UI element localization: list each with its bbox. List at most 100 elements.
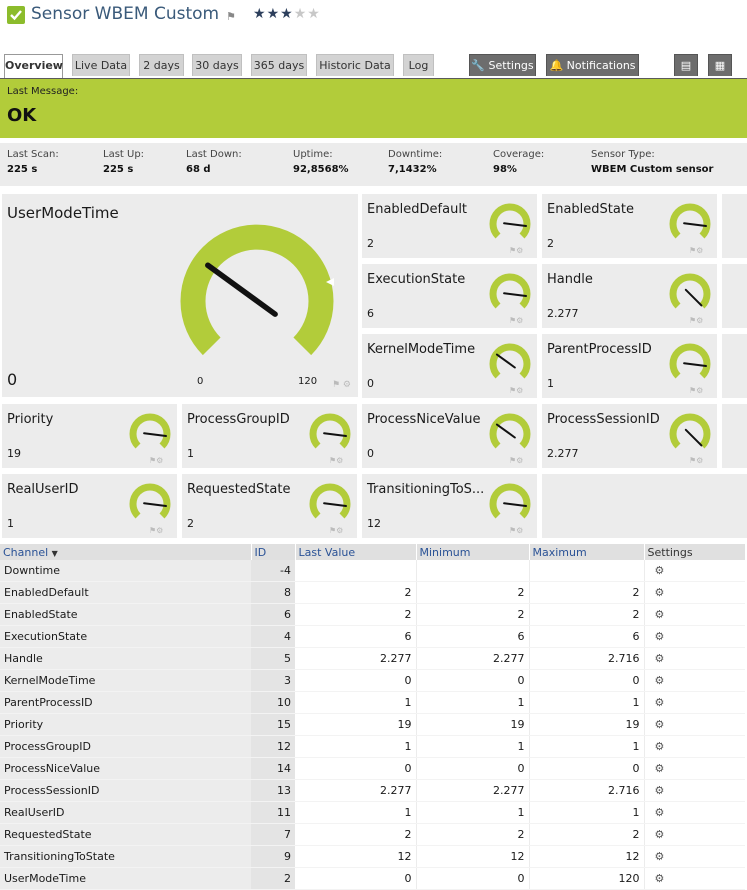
gauge-cell-empty: [542, 474, 747, 538]
table-row[interactable]: ProcessNiceValue 14 0 0 0 ⚙: [0, 757, 745, 780]
table-row[interactable]: Downtime -4 ⚙: [0, 560, 745, 582]
channel-settings: ⚙: [644, 669, 745, 692]
pin-gear-icon: ⚑⚙: [689, 246, 703, 255]
gauge-arc: [129, 413, 171, 449]
gauge-cell[interactable]: ⚑⚙ EnabledState 2: [542, 194, 717, 258]
gear-icon[interactable]: ⚙: [655, 828, 665, 841]
channel-name[interactable]: RequestedState: [0, 823, 251, 846]
gauge-value: 2: [547, 237, 554, 250]
gauge-cell[interactable]: ⚑⚙ KernelModeTime 0: [362, 334, 537, 398]
table-row[interactable]: RealUserID 11 1 1 1 ⚙: [0, 801, 745, 824]
table-row[interactable]: ParentProcessID 10 1 1 1 ⚙: [0, 691, 745, 714]
channel-name[interactable]: KernelModeTime: [0, 669, 251, 692]
gear-icon[interactable]: ⚙: [655, 806, 665, 819]
gear-icon[interactable]: ⚙: [655, 740, 665, 753]
gear-icon[interactable]: ⚙: [655, 718, 665, 731]
gear-icon[interactable]: ⚙: [655, 696, 665, 709]
channel-id: 15: [251, 713, 295, 736]
channel-name[interactable]: ProcessNiceValue: [0, 757, 251, 780]
gear-icon[interactable]: ⚙: [655, 652, 665, 665]
gauge-cell[interactable]: ⚑⚙ TransitioningToS... 12: [362, 474, 537, 538]
tab-historic-data[interactable]: Historic Data: [316, 54, 394, 76]
gear-icon[interactable]: ⚙: [655, 872, 665, 885]
gauge-cell-empty: [722, 334, 747, 398]
channel-name[interactable]: Handle: [0, 647, 251, 670]
star-empty-icon[interactable]: ★: [294, 6, 308, 22]
table-row[interactable]: EnabledDefault 8 2 2 2 ⚙: [0, 581, 745, 604]
tab-overview[interactable]: Overview: [4, 54, 63, 78]
channel-name[interactable]: ProcessSessionID: [0, 779, 251, 802]
tab-365-days[interactable]: 365 days: [251, 54, 307, 76]
table-row[interactable]: KernelModeTime 3 0 0 0 ⚙: [0, 669, 745, 692]
gauge-cell[interactable]: ⚑⚙ ProcessNiceValue 0: [362, 404, 537, 468]
tab-settings[interactable]: 🔧 Settings: [469, 54, 536, 76]
channel-name[interactable]: ProcessGroupID: [0, 735, 251, 758]
table-row[interactable]: EnabledState 6 2 2 2 ⚙: [0, 603, 745, 626]
star-filled-icon[interactable]: ★: [267, 6, 281, 22]
tab-30-days[interactable]: 30 days: [192, 54, 242, 76]
tab-log[interactable]: Log: [403, 54, 434, 76]
channel-name[interactable]: TransitioningToState: [0, 845, 251, 868]
gear-icon[interactable]: ⚙: [655, 674, 665, 687]
col-channel[interactable]: Channel ▼: [0, 544, 252, 560]
gauge-value: 0: [367, 447, 374, 460]
table-row[interactable]: Priority 15 19 19 19 ⚙: [0, 713, 745, 736]
gauge-needle: [503, 502, 528, 508]
book-button[interactable]: ▦: [708, 54, 732, 76]
gauge-cell-empty: [722, 264, 747, 328]
channel-settings: ⚙: [644, 801, 745, 824]
gauge-cell[interactable]: ⚑⚙ RealUserID 1: [2, 474, 177, 538]
col-last-value[interactable]: Last Value: [295, 544, 417, 560]
last-value: 19: [295, 713, 417, 736]
gauge-cell[interactable]: ⚑⚙ ParentProcessID 1: [542, 334, 717, 398]
gauge-cell[interactable]: ⚑⚙ ExecutionState 6: [362, 264, 537, 328]
gauge-cell[interactable]: ⚑⚙ ProcessSessionID 2.277: [542, 404, 717, 468]
gear-icon[interactable]: ⚙: [655, 608, 665, 621]
gear-icon[interactable]: ⚙: [655, 762, 665, 775]
star-filled-icon[interactable]: ★: [253, 6, 267, 22]
priority-stars[interactable]: ★★★★★: [253, 6, 321, 22]
channel-settings: ⚙: [644, 757, 745, 780]
gauge-cell[interactable]: ⚑⚙ EnabledDefault 2: [362, 194, 537, 258]
channel-name[interactable]: Downtime: [0, 560, 251, 582]
gear-icon[interactable]: ⚙: [655, 850, 665, 863]
table-row[interactable]: UserModeTime 2 0 0 120 ⚙: [0, 867, 745, 890]
tab-2-days[interactable]: 2 days: [139, 54, 184, 76]
channel-name[interactable]: ParentProcessID: [0, 691, 251, 714]
gear-icon[interactable]: ⚙: [655, 784, 665, 797]
gauge-cell[interactable]: ⚑⚙ Priority 19: [2, 404, 177, 468]
channel-name[interactable]: EnabledDefault: [0, 581, 251, 604]
page-title: Sensor WBEM Custom: [31, 4, 220, 24]
gear-icon[interactable]: ⚙: [655, 630, 665, 643]
comment-button[interactable]: ▤: [674, 54, 698, 76]
channel-name[interactable]: RealUserID: [0, 801, 251, 824]
table-row[interactable]: RequestedState 7 2 2 2 ⚙: [0, 823, 745, 846]
channel-name[interactable]: Priority: [0, 713, 251, 736]
gauge-cell[interactable]: ⚑⚙ RequestedState 2: [182, 474, 357, 538]
star-empty-icon[interactable]: ★: [307, 6, 321, 22]
channel-name[interactable]: UserModeTime: [0, 867, 251, 890]
gear-icon[interactable]: ⚙: [655, 564, 665, 577]
table-row[interactable]: Handle 5 2.277 2.277 2.716 ⚙: [0, 647, 745, 670]
col-minimum[interactable]: Minimum: [416, 544, 530, 560]
gauge-usermodetime-large[interactable]: UserModeTime 0 0 120 ⚑ ⚙: [2, 194, 358, 397]
channel-name[interactable]: ExecutionState: [0, 625, 251, 648]
gauge-cell[interactable]: ⚑⚙ ProcessGroupID 1: [182, 404, 357, 468]
gauge-needle: [684, 428, 703, 447]
tab-live-data[interactable]: Live Data: [72, 54, 130, 76]
flag-icon[interactable]: ⚑: [226, 10, 236, 23]
table-row[interactable]: ProcessGroupID 12 1 1 1 ⚙: [0, 735, 745, 758]
tab-notifications[interactable]: 🔔 Notifications: [546, 54, 639, 76]
stat-value: 225 s: [103, 164, 134, 175]
maximum: 2: [529, 823, 645, 846]
star-filled-icon[interactable]: ★: [280, 6, 294, 22]
col-id[interactable]: ID: [251, 544, 296, 560]
table-row[interactable]: ProcessSessionID 13 2.277 2.277 2.716 ⚙: [0, 779, 745, 802]
gauge-cell[interactable]: ⚑⚙ Handle 2.277: [542, 264, 717, 328]
gauge-name: TransitioningToS...: [367, 482, 485, 497]
col-maximum[interactable]: Maximum: [529, 544, 645, 560]
gear-icon[interactable]: ⚙: [655, 586, 665, 599]
channel-name[interactable]: EnabledState: [0, 603, 251, 626]
table-row[interactable]: ExecutionState 4 6 6 6 ⚙: [0, 625, 745, 648]
table-row[interactable]: TransitioningToState 9 12 12 12 ⚙: [0, 845, 745, 868]
